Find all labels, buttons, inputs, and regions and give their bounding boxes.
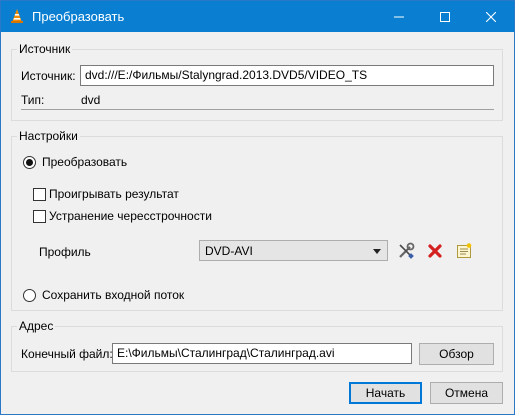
profile-label: Профиль bbox=[39, 245, 91, 259]
dump-raw-radio[interactable] bbox=[23, 289, 36, 302]
delete-x-icon bbox=[428, 244, 442, 258]
chevron-down-icon bbox=[373, 249, 381, 254]
dump-raw-label[interactable]: Сохранить входной поток bbox=[42, 288, 184, 302]
deinterlace-checkbox[interactable] bbox=[33, 210, 46, 223]
deinterlace-label[interactable]: Устранение чересстрочности bbox=[49, 209, 212, 223]
maximize-button[interactable] bbox=[422, 1, 468, 32]
source-group-title: Источник bbox=[17, 42, 73, 56]
close-icon bbox=[486, 11, 496, 22]
minimize-button[interactable] bbox=[376, 1, 422, 32]
source-label: Источник: bbox=[21, 69, 76, 83]
destination-file-input[interactable]: E:\Фильмы\Сталинград\Сталинград.avi bbox=[112, 343, 412, 364]
type-value: dvd bbox=[81, 93, 101, 107]
play-result-checkbox[interactable] bbox=[33, 188, 46, 201]
delete-profile-button[interactable] bbox=[424, 240, 446, 262]
new-profile-icon bbox=[457, 243, 472, 258]
type-label: Тип: bbox=[21, 93, 45, 107]
browse-button[interactable]: Обзор bbox=[419, 343, 494, 365]
convert-radio[interactable] bbox=[23, 156, 36, 169]
cancel-button[interactable]: Отмена bbox=[430, 382, 503, 404]
convert-label[interactable]: Преобразовать bbox=[42, 155, 127, 169]
window-title: Преобразовать bbox=[32, 9, 125, 24]
convert-dialog: Преобразовать Источник Источник: dvd:///… bbox=[0, 0, 515, 415]
new-profile-button[interactable] bbox=[453, 240, 475, 262]
maximize-icon bbox=[440, 11, 450, 22]
source-divider bbox=[21, 109, 494, 110]
title-bar[interactable]: Преобразовать bbox=[1, 1, 514, 32]
settings-group-title: Настройки bbox=[17, 129, 80, 143]
profile-select-value: DVD-AVI bbox=[205, 244, 253, 258]
close-button[interactable] bbox=[468, 1, 514, 32]
play-result-label[interactable]: Проигрывать результат bbox=[49, 187, 179, 201]
source-input[interactable]: dvd:///E:/Фильмы/Stalyngrad.2013.DVD5/VI… bbox=[80, 65, 494, 86]
destination-group-title: Адрес bbox=[17, 319, 56, 333]
edit-profile-button[interactable] bbox=[395, 240, 417, 262]
start-button[interactable]: Начать bbox=[349, 382, 422, 404]
vlc-cone-icon bbox=[9, 8, 25, 24]
wrench-screwdriver-icon bbox=[399, 242, 415, 259]
profile-select[interactable]: DVD-AVI bbox=[199, 240, 388, 261]
minimize-icon bbox=[394, 16, 404, 17]
destination-file-label: Конечный файл: bbox=[21, 347, 113, 361]
